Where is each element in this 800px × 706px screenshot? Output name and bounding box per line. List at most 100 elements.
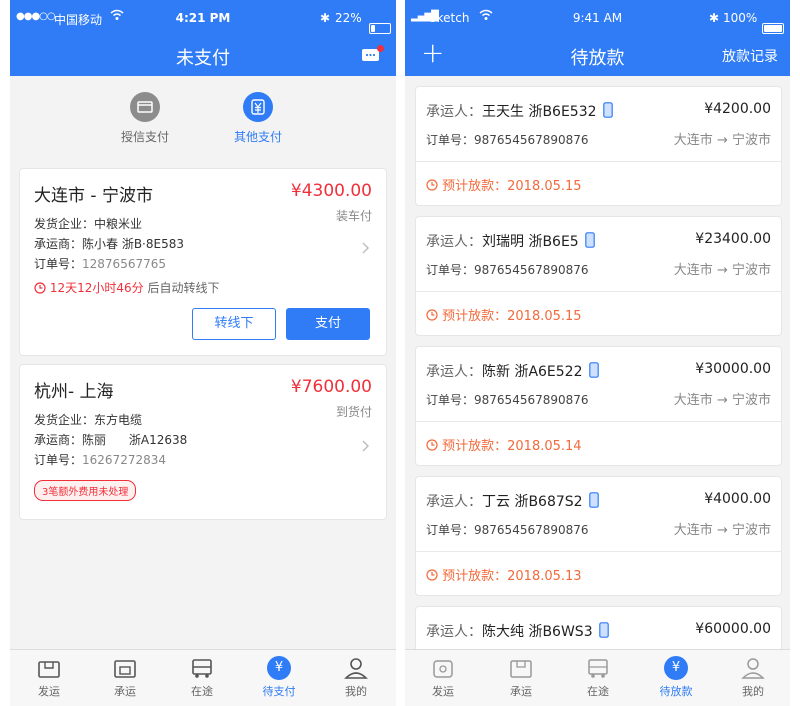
order-route: 杭州- 上海	[34, 382, 114, 402]
loan-item[interactable]: 承运人：刘瑞明 浙B6E5 ¥23400.00 订单号：987654567890…	[415, 216, 782, 336]
countdown-time: 12天12小时46分	[49, 281, 144, 295]
carrier-label: 承运人：	[426, 234, 482, 250]
expected-loan-text: 预计放款：2018.05.15	[442, 179, 582, 194]
tab-bar: 发运 承运 在途 ¥ 待支付 我的	[10, 649, 396, 706]
pay-type: 到货付	[335, 405, 372, 419]
order-number-label: 订单号：	[426, 133, 475, 147]
order-number-value: 987654567890876	[474, 393, 589, 407]
expected-loan-text: 预计放款：2018.05.14	[442, 439, 582, 454]
tab-label: 发运	[38, 685, 60, 698]
status-bar: ▂▄▆█ Sketch 9:41 AM ✱ 100%	[405, 0, 790, 36]
route: 大连市 → 宁波市	[674, 519, 771, 538]
carrier-label: 承运人：	[426, 624, 482, 640]
clock-icon	[34, 282, 46, 297]
tab-bar: 发运 承运 在途 ¥ 待放款 我的	[405, 649, 790, 706]
order-number-value: 987654567890876	[474, 523, 589, 537]
order-amount: ¥7600.00	[290, 377, 372, 397]
phone-icon[interactable]	[603, 102, 613, 122]
order-number: 订单号：987654567890876	[426, 131, 589, 148]
tab-ship[interactable]: 发运	[413, 656, 473, 699]
loan-amount: ¥4000.00	[704, 491, 771, 507]
yen-icon: ¥	[267, 656, 291, 680]
divider	[416, 421, 781, 422]
carrier-name: 陈新 浙A6E522	[482, 364, 583, 380]
carrier-label: 承运人：	[426, 104, 482, 120]
order-number-label: 订单号：	[426, 263, 475, 277]
loan-item[interactable]: 承运人：王天生 浙B6E532 ¥4200.00 订单号：98765456789…	[415, 86, 782, 206]
phone-icon[interactable]	[585, 232, 595, 252]
nav-bar: 未支付	[10, 36, 396, 76]
ship-icon	[36, 656, 62, 680]
carry-icon	[112, 656, 138, 680]
truck-icon	[189, 656, 215, 680]
loan-records-link[interactable]: 放款记录	[722, 46, 778, 66]
carrier-row: 承运人：丁云 浙B687S2	[426, 491, 599, 512]
loan-amount: ¥23400.00	[695, 231, 771, 247]
message-icon[interactable]	[362, 45, 384, 63]
phone-icon[interactable]	[589, 362, 599, 382]
tab-in-transit[interactable]: 在途	[568, 656, 628, 699]
chevron-right-icon	[362, 239, 370, 254]
expected-loan-date: 预计放款：2018.05.15	[426, 305, 582, 325]
tab-label: 待支付	[262, 685, 296, 698]
route-to: 宁波市	[731, 263, 771, 278]
payment-type-switch: 授信支付 其他支付	[10, 76, 396, 156]
tab-ship[interactable]: 发运	[19, 656, 79, 699]
route-from: 大连市	[673, 133, 713, 148]
order-number-label: 订单号：	[426, 393, 475, 407]
chevron-right-icon	[362, 437, 370, 452]
tab-carry[interactable]: 承运	[491, 656, 551, 699]
carrier-name: 刘瑞明 浙B6E5	[482, 234, 579, 250]
transfer-offline-button[interactable]: 转线下	[192, 308, 276, 340]
route-to: 宁波市	[731, 393, 771, 408]
status-bar: ●●●○○ 中国移动 4:21 PM ✱ 22%	[10, 0, 396, 36]
order-number-label: 订单号：	[426, 523, 475, 537]
card-icon	[130, 92, 160, 122]
carrier-text: 承运商：陈小春 浙B·8E583	[34, 237, 184, 251]
order-number-value: 987654567890876	[474, 263, 589, 277]
route: 大连市 → 宁波市	[674, 259, 771, 278]
carrier-name: 王天生 浙B6E532	[482, 104, 597, 120]
expected-loan-date: 预计放款：2018.05.15	[426, 175, 582, 195]
user-icon	[343, 656, 369, 680]
route-from: 大连市	[673, 393, 713, 408]
truck-icon	[585, 656, 611, 680]
phone-icon[interactable]	[589, 492, 599, 512]
battery-percent: 100%	[723, 11, 758, 25]
clock-icon	[426, 179, 438, 195]
order-number: 订单号：987654567890876	[426, 521, 589, 538]
expected-loan-date: 预计放款：2018.05.13	[426, 565, 582, 585]
tab-carry[interactable]: 承运	[95, 656, 155, 699]
divider	[416, 551, 781, 552]
order-route: 大连市 - 宁波市	[34, 186, 153, 206]
order-card[interactable]: 大连市 - 宁波市 ¥4300.00 装车付 发货企业：中粮米业 承运商：陈小春…	[19, 168, 387, 356]
order-amount: ¥4300.00	[290, 181, 372, 201]
page-title: 未支付	[176, 48, 230, 69]
route-from: 大连市	[673, 523, 713, 538]
tab-me[interactable]: 我的	[326, 656, 386, 699]
loan-item[interactable]: 承运人：陈新 浙A6E522 ¥30000.00 订单号：98765456789…	[415, 346, 782, 466]
tab-me[interactable]: 我的	[723, 656, 783, 699]
route: 大连市 → 宁波市	[674, 129, 771, 148]
phone-icon[interactable]	[599, 622, 609, 642]
carrier-label: 承运人：	[426, 494, 482, 510]
loan-item[interactable]: 承运人：丁云 浙B687S2 ¥4000.00 订单号：987654567890…	[415, 476, 782, 596]
route-to: 宁波市	[731, 523, 771, 538]
tab-pending-loan[interactable]: ¥ 待放款	[646, 656, 706, 699]
tab-in-transit[interactable]: 在途	[172, 656, 232, 699]
pay-button[interactable]: 支付	[286, 308, 370, 340]
segment-credit-pay[interactable]: 授信支付	[115, 92, 175, 145]
extra-fee-badge[interactable]: 3笔额外费用未处理	[34, 480, 137, 501]
order-number-value: 16267272834	[82, 453, 166, 467]
segment-other-label: 其他支付	[233, 130, 282, 144]
arrow-right-icon: →	[716, 393, 728, 408]
tab-pending-payment[interactable]: ¥ 待支付	[249, 656, 309, 699]
tab-label: 我的	[345, 685, 367, 698]
carrier-label: 承运人：	[426, 364, 482, 380]
unpaid-screen: ●●●○○ 中国移动 4:21 PM ✱ 22% 未支付 授信支付 其他支付 大…	[10, 0, 396, 706]
tab-label: 承运	[510, 685, 532, 698]
segment-other-pay[interactable]: 其他支付	[228, 92, 288, 145]
tab-label: 发运	[432, 685, 454, 698]
order-card[interactable]: 杭州- 上海 ¥7600.00 到货付 发货企业：东方电缆 承运商：陈丽 浙A1…	[19, 364, 387, 520]
order-number: 订单号：12876567765	[34, 255, 166, 272]
